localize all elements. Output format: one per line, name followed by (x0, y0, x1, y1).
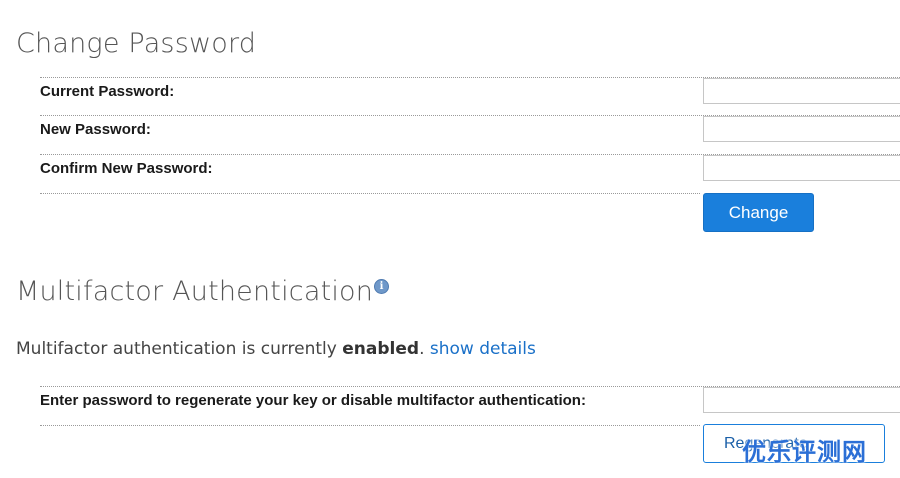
change-password-button[interactable]: Change (703, 193, 814, 232)
divider (40, 425, 700, 426)
current-password-field[interactable] (703, 78, 900, 104)
mfa-status-prefix: Multifactor authentication is currently (16, 339, 337, 359)
watermark: 优乐评测网 (742, 438, 867, 466)
change-password-title: Change Password (16, 28, 257, 59)
mfa-status-value: enabled (342, 339, 420, 359)
divider (40, 193, 700, 194)
new-password-field[interactable] (703, 116, 900, 142)
mfa-status-text: Multifactor authentication is currently … (16, 339, 536, 359)
confirm-password-label: Confirm New Password: (40, 160, 213, 177)
current-password-label: Current Password: (40, 83, 175, 100)
mfa-status-suffix: . (419, 339, 425, 359)
regenerate-password-field[interactable] (703, 387, 900, 413)
show-details-link[interactable]: show details (430, 339, 536, 359)
account-settings-page: Change Password Current Password: New Pa… (0, 0, 900, 478)
regenerate-password-label: Enter password to regenerate your key or… (40, 392, 586, 409)
new-password-label: New Password: (40, 121, 151, 138)
confirm-password-field[interactable] (703, 155, 900, 181)
mfa-title: Multifactor Authentication (16, 276, 374, 307)
info-icon[interactable]: i (374, 279, 389, 294)
